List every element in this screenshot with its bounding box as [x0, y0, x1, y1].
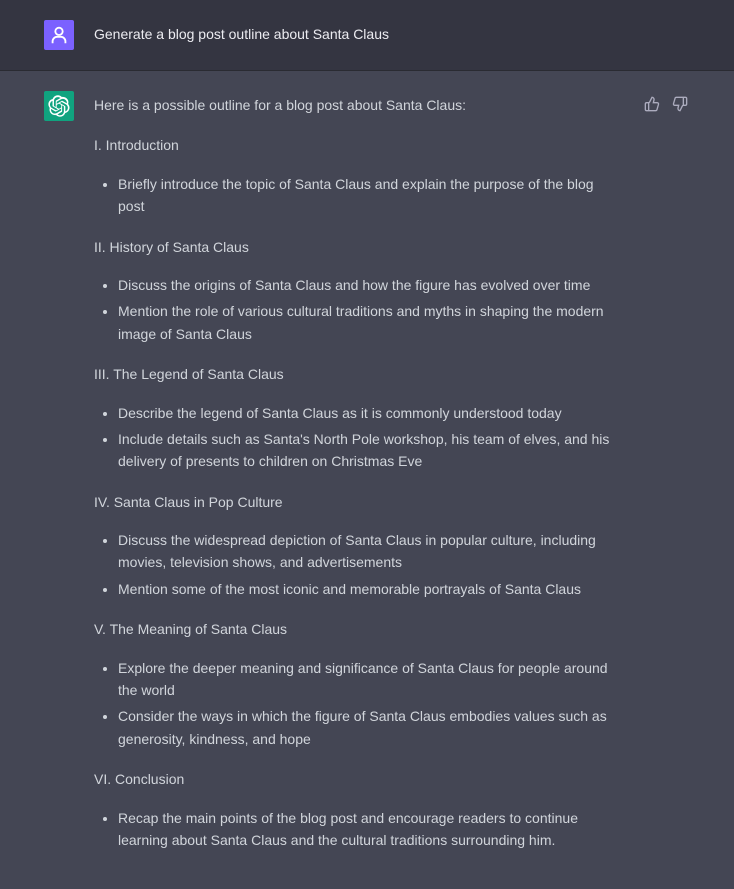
thumbs-up-button[interactable]: [642, 94, 662, 114]
section: II. History of Santa Claus Discuss the or…: [94, 236, 622, 346]
section-bullets: Recap the main points of the blog post a…: [94, 807, 622, 852]
user-icon: [48, 24, 70, 46]
assistant-avatar: [44, 91, 74, 121]
section: V. The Meaning of Santa Claus Explore the…: [94, 618, 622, 750]
section: VI. Conclusion Recap the main points of t…: [94, 768, 622, 851]
section-header: VI. Conclusion: [94, 768, 622, 790]
user-content: Generate a blog post outline about Santa…: [94, 20, 690, 45]
assistant-content: Here is a possible outline for a blog po…: [94, 91, 622, 869]
section-bullets: Discuss the widespread depiction of Sant…: [94, 529, 622, 600]
list-item: Briefly introduce the topic of Santa Cla…: [118, 173, 622, 218]
section-header: V. The Meaning of Santa Claus: [94, 618, 622, 640]
list-item: Describe the legend of Santa Claus as it…: [118, 402, 622, 424]
openai-icon: [48, 95, 70, 117]
thumbs-down-icon: [672, 96, 688, 112]
user-message-text: Generate a blog post outline about Santa…: [94, 23, 690, 45]
section: III. The Legend of Santa Claus Describe t…: [94, 363, 622, 473]
section-bullets: Describe the legend of Santa Claus as it…: [94, 402, 622, 473]
section-bullets: Briefly introduce the topic of Santa Cla…: [94, 173, 622, 218]
assistant-actions: [642, 91, 690, 114]
list-item: Include details such as Santa's North Po…: [118, 428, 622, 473]
section-header: II. History of Santa Claus: [94, 236, 622, 258]
list-item: Mention some of the most iconic and memo…: [118, 578, 622, 600]
user-message-block: Generate a blog post outline about Santa…: [0, 0, 734, 71]
list-item: Discuss the widespread depiction of Sant…: [118, 529, 622, 574]
user-avatar: [44, 20, 74, 50]
list-item: Recap the main points of the blog post a…: [118, 807, 622, 852]
section-bullets: Discuss the origins of Santa Claus and h…: [94, 274, 622, 345]
section: I. Introduction Briefly introduce the top…: [94, 134, 622, 217]
list-item: Discuss the origins of Santa Claus and h…: [118, 274, 622, 296]
list-item: Consider the ways in which the figure of…: [118, 705, 622, 750]
thumbs-up-icon: [644, 96, 660, 112]
section-header: IV. Santa Claus in Pop Culture: [94, 491, 622, 513]
section-bullets: Explore the deeper meaning and significa…: [94, 657, 622, 751]
assistant-intro: Here is a possible outline for a blog po…: [94, 94, 622, 116]
section-header: I. Introduction: [94, 134, 622, 156]
list-item: Explore the deeper meaning and significa…: [118, 657, 622, 702]
section-header: III. The Legend of Santa Claus: [94, 363, 622, 385]
thumbs-down-button[interactable]: [670, 94, 690, 114]
section: IV. Santa Claus in Pop Culture Discuss th…: [94, 491, 622, 601]
list-item: Mention the role of various cultural tra…: [118, 300, 622, 345]
assistant-message-block: Here is a possible outline for a blog po…: [0, 71, 734, 889]
sections-container: I. Introduction Briefly introduce the top…: [94, 134, 622, 851]
